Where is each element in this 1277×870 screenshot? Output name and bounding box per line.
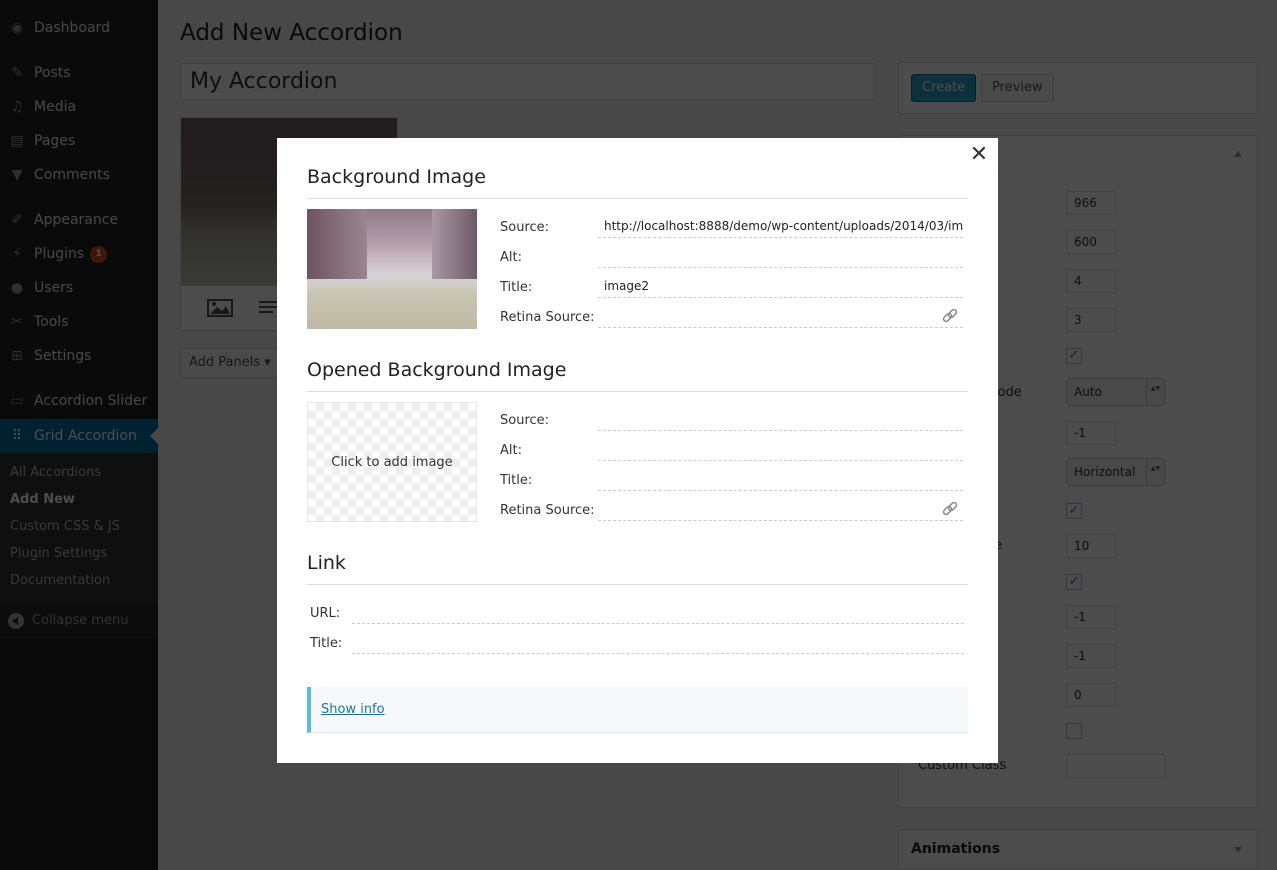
divider — [307, 584, 968, 585]
opened-alt-input[interactable] — [598, 437, 963, 461]
field-label: Alt: — [500, 250, 522, 265]
opened-retina-input[interactable] — [598, 497, 963, 521]
bg-alt-input[interactable] — [598, 244, 963, 268]
link-icon[interactable] — [941, 307, 959, 325]
bg-source-input[interactable]: http://localhost:8888/demo/wp-content/up… — [598, 214, 963, 238]
info-box: Show info — [307, 687, 968, 733]
opened-alt-field: Alt: — [500, 437, 963, 467]
close-icon[interactable]: ✕ — [968, 144, 990, 166]
link-url-input[interactable] — [352, 600, 964, 624]
bg-alt-field: Alt: — [500, 244, 963, 274]
bg-retina-field: Retina Source: — [500, 304, 963, 334]
divider — [307, 391, 968, 392]
panel-editor-modal: ✕ Background Image Source: http://localho… — [277, 138, 998, 763]
show-info-link[interactable]: Show info — [321, 702, 385, 717]
bg-source-field: Source: http://localhost:8888/demo/wp-con… — [500, 214, 963, 244]
opened-title-input[interactable] — [598, 467, 963, 491]
background-image-thumbnail[interactable] — [307, 209, 477, 329]
field-label: Title: — [310, 636, 343, 651]
opened-title-field: Title: — [500, 467, 963, 497]
field-label: Title: — [500, 280, 533, 295]
bg-title-field: Title: image2 — [500, 274, 963, 304]
link-icon[interactable] — [941, 500, 959, 518]
bg-retina-input[interactable] — [598, 304, 963, 328]
opened-source-input[interactable] — [598, 407, 963, 431]
field-label: Title: — [500, 473, 533, 488]
field-label: Alt: — [500, 443, 522, 458]
field-label: URL: — [310, 606, 341, 621]
link-title-field: Title: — [310, 630, 964, 660]
divider — [307, 198, 968, 199]
add-image-placeholder[interactable]: Click to add image — [307, 402, 477, 522]
bg-title-input[interactable]: image2 — [598, 274, 963, 298]
field-label: Source: — [500, 413, 550, 428]
field-label: Source: — [500, 220, 550, 235]
link-title-input[interactable] — [352, 630, 964, 654]
link-url-field: URL: — [310, 600, 964, 630]
background-image-title: Background Image — [307, 166, 486, 188]
link-title: Link — [307, 552, 346, 574]
add-image-label: Click to add image — [331, 454, 453, 470]
opened-retina-field: Retina Source: — [500, 497, 963, 527]
field-label: Retina Source: — [500, 310, 595, 325]
field-label: Retina Source: — [500, 503, 595, 518]
opened-source-field: Source: — [500, 407, 963, 437]
opened-background-image-title: Opened Background Image — [307, 359, 567, 381]
